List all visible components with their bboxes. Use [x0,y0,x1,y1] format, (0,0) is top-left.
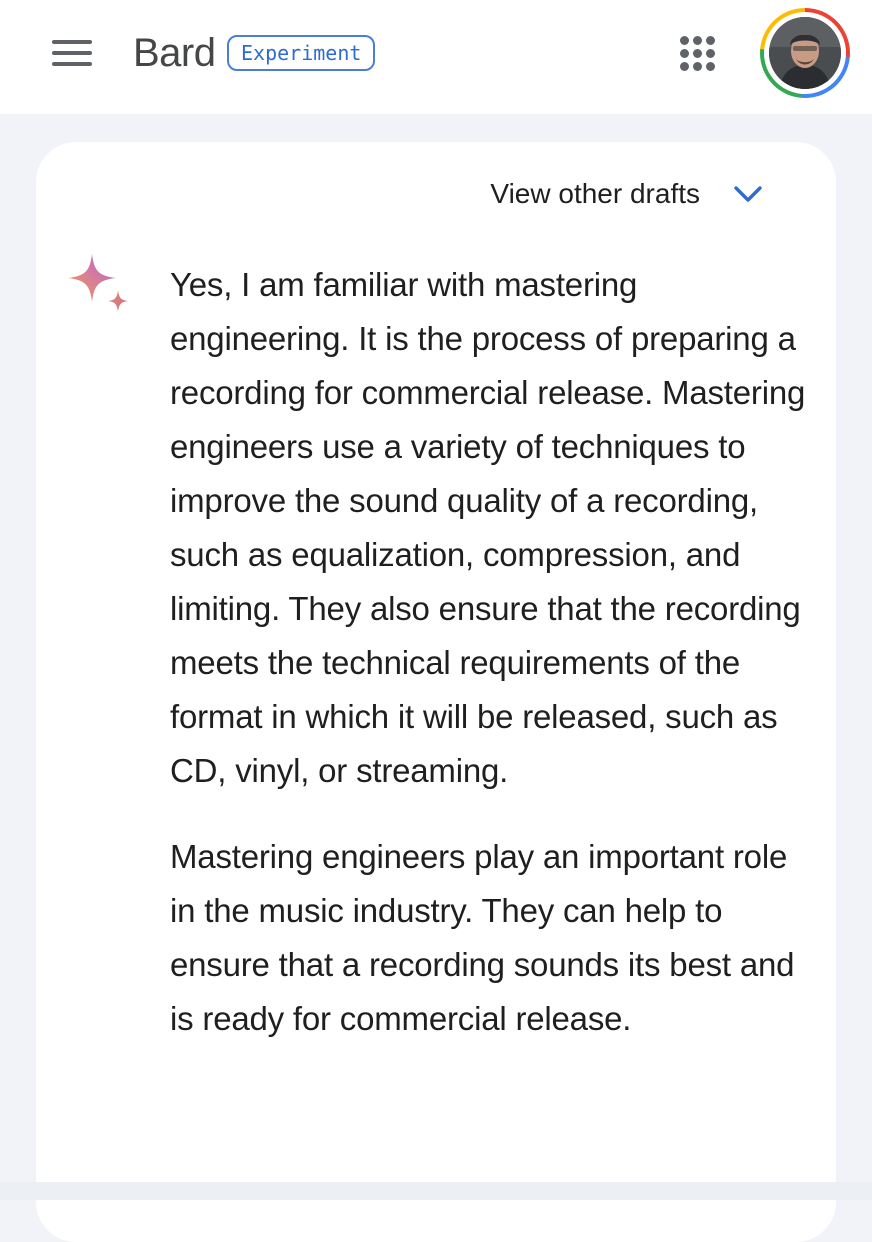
avatar-photo-icon [769,17,841,89]
response-paragraph: Yes, I am familiar with mastering engine… [170,266,806,789]
apps-grid-dot [706,62,715,71]
response-card: View other drafts Yes, I am familiar wit… [36,142,836,1242]
apps-grid-dot [706,49,715,58]
apps-grid-dot [706,36,715,45]
hamburger-menu-icon [52,40,92,44]
apps-grid-dot [693,49,702,58]
response-paragraph: Mastering engineers play an important ro… [170,838,795,1037]
apps-grid-dot [680,62,689,71]
hamburger-menu-icon-bar [52,62,92,66]
bottom-divider [0,1182,872,1200]
view-other-drafts-button[interactable]: View other drafts [490,174,766,214]
account-avatar-button[interactable] [760,8,850,98]
google-apps-button[interactable] [676,32,720,76]
apps-grid-icon [680,36,689,45]
hamburger-menu-icon-bar [52,51,92,55]
avatar [769,17,841,89]
experiment-badge: Experiment [227,35,376,71]
view-other-drafts-label: View other drafts [490,178,700,209]
response-text: Yes, I am familiar with mastering engine… [170,258,820,1078]
apps-grid-dot [693,36,702,45]
apps-grid-dot [693,62,702,71]
apps-grid-dot [680,49,689,58]
chevron-down-icon [734,186,762,202]
bard-sparkle-icon [68,254,128,312]
app-bar: Bard Experiment [0,0,872,114]
app-title: Bard [133,31,216,75]
menu-button[interactable] [46,30,98,78]
